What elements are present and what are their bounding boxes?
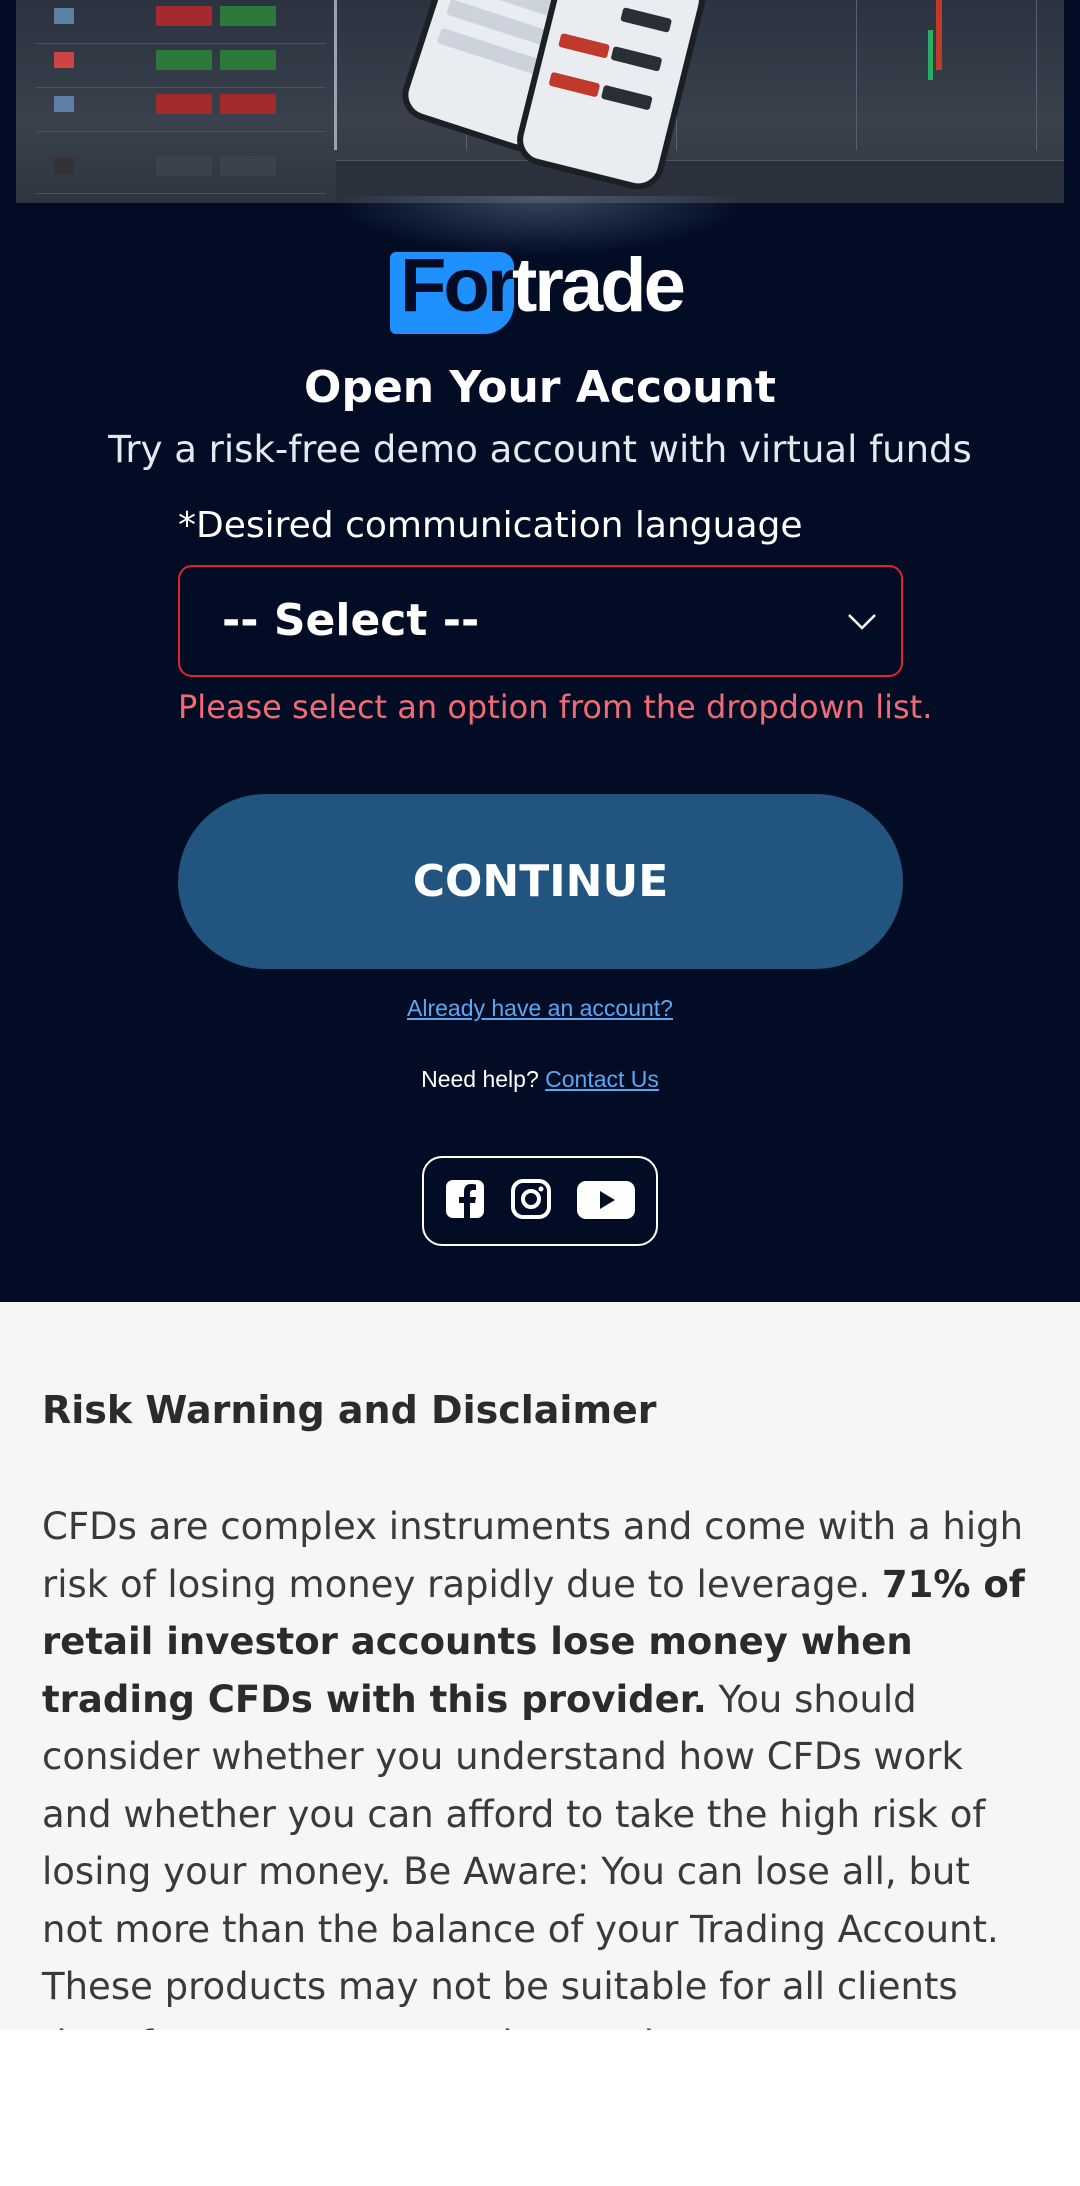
language-select-value: -- Select -- xyxy=(222,595,480,646)
social-links xyxy=(422,1156,658,1246)
facebook-icon[interactable] xyxy=(444,1178,486,1224)
disclaimer-title: Risk Warning and Disclaimer xyxy=(42,1388,657,1432)
already-have-account-link[interactable]: Already have an account? xyxy=(0,995,1080,1022)
help-prefix: Need help? xyxy=(421,1066,539,1092)
language-select[interactable]: -- Select -- xyxy=(178,565,903,677)
platform-screenshot-image xyxy=(16,0,1064,203)
risk-disclaimer: Risk Warning and Disclaimer CFDs are com… xyxy=(0,1302,1080,2030)
youtube-icon[interactable] xyxy=(576,1180,636,1224)
fortrade-logo: For trade xyxy=(390,243,700,336)
help-line: Need help? Contact Us xyxy=(0,1066,1080,1093)
continue-button[interactable]: CONTINUE xyxy=(178,794,903,969)
instrument-list-image xyxy=(36,0,326,203)
language-error-message: Please select an option from the dropdow… xyxy=(178,688,933,726)
chevron-down-icon xyxy=(845,605,879,639)
disclaimer-body: CFDs are complex instruments and come wi… xyxy=(42,1505,1025,2030)
hero-section: For trade Open Your Account Try a risk-f… xyxy=(0,0,1080,1302)
contact-us-link[interactable]: Contact Us xyxy=(545,1066,659,1092)
page-subtitle: Try a risk-free demo account with virtua… xyxy=(108,428,972,471)
language-field-label: *Desired communication language xyxy=(178,505,803,546)
page-title: Open Your Account xyxy=(304,362,776,413)
instagram-icon[interactable] xyxy=(510,1178,552,1224)
